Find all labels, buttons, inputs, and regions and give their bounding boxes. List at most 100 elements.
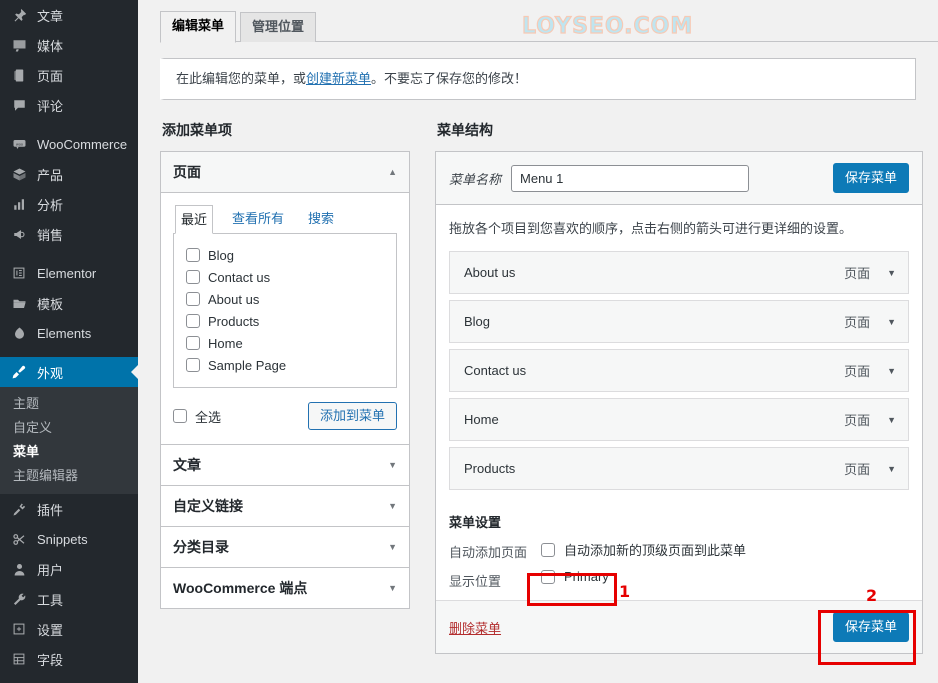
sidebar-item-fields[interactable]: 字段 <box>0 644 138 674</box>
delete-menu-link[interactable]: 删除菜单 <box>449 618 501 637</box>
submenu-item-label: 菜单 <box>13 444 40 459</box>
save-menu-button-bottom[interactable]: 保存菜单 <box>832 612 909 643</box>
sidebar-item-tools[interactable]: 工具 <box>0 584 138 614</box>
accordion-title: 页面 <box>173 164 201 181</box>
sidebar-item-label: 插件 <box>37 502 64 518</box>
menu-name-input[interactable] <box>511 164 750 192</box>
table-row[interactable]: Products 页面 ▼ <box>449 447 909 491</box>
list-item[interactable]: Blog <box>186 245 386 265</box>
accordion-title: WooCommerce 端点 <box>173 580 308 597</box>
menu-item-label: Home <box>464 412 499 428</box>
sidebar-group-content: 文章 媒体 页面 评论 <box>0 0 138 120</box>
sidebar-item-templates[interactable]: 模板 <box>0 288 138 318</box>
create-new-menu-link[interactable]: 创建新菜单 <box>306 71 371 86</box>
chevron-down-icon[interactable]: ▼ <box>887 464 896 474</box>
list-item[interactable]: Products <box>186 311 386 331</box>
page-checkbox[interactable] <box>186 248 200 263</box>
sidebar-item-woocommerce[interactable]: woo WooCommerce <box>0 129 138 159</box>
sidebar-item-label: 产品 <box>37 167 64 183</box>
save-menu-button-top[interactable]: 保存菜单 <box>832 163 909 194</box>
media-icon <box>9 35 29 55</box>
primary-location-label: Primary <box>564 569 609 585</box>
tab-manage-locations[interactable]: 管理位置 <box>240 12 317 42</box>
page-label: Home <box>208 335 243 351</box>
accordion-title: 分类目录 <box>173 539 229 556</box>
list-item[interactable]: Sample Page <box>186 355 386 375</box>
add-to-menu-button[interactable]: 添加到菜单 <box>307 402 397 431</box>
sidebar-item-products[interactable]: 产品 <box>0 159 138 189</box>
sidebar-item-snippets[interactable]: Snippets <box>0 524 138 554</box>
page-checkbox[interactable] <box>186 358 200 373</box>
sidebar-item-marketing[interactable]: 销售 <box>0 219 138 249</box>
accordion-header-woocommerce-endpoints[interactable]: WooCommerce 端点 ▼ <box>161 568 409 609</box>
sidebar-item-users[interactable]: 用户 <box>0 554 138 584</box>
submenu-item-label: 主题 <box>13 396 40 411</box>
menu-editor-columns: 添加菜单项 页面 ▲ 最近 查看所有 搜索 Blog Contact us Ab… <box>160 120 938 655</box>
pages-panel-footer: 全选 添加到菜单 <box>173 388 397 431</box>
menu-name-label: 菜单名称 <box>449 171 502 187</box>
display-location-row: 显示位置 Primary <box>449 569 909 590</box>
box-icon <box>9 164 29 184</box>
chevron-down-icon[interactable]: ▼ <box>887 415 896 425</box>
list-item[interactable]: Home <box>186 333 386 353</box>
sidebar-item-elementor[interactable]: Elementor <box>0 258 138 288</box>
drag-hint-text: 拖放各个项目到您喜欢的顺序，点击右侧的箭头可进行更详细的设置。 <box>449 221 853 237</box>
accordion-header-custom-links[interactable]: 自定义链接 ▼ <box>161 486 409 528</box>
chevron-down-icon: ▼ <box>388 541 397 552</box>
add-menu-items-heading: 添加菜单项 <box>162 122 232 139</box>
sidebar-item-elements[interactable]: Elements <box>0 318 138 348</box>
list-item[interactable]: About us <box>186 289 386 309</box>
page-checkbox[interactable] <box>186 270 200 285</box>
chevron-down-icon[interactable]: ▼ <box>887 317 896 327</box>
sidebar-divider <box>0 348 138 357</box>
select-all-row[interactable]: 全选 <box>173 406 221 426</box>
sidebar-item-comments[interactable]: 评论 <box>0 90 138 120</box>
accordion-header-posts[interactable]: 文章 ▼ <box>161 445 409 487</box>
list-item[interactable]: Contact us <box>186 267 386 287</box>
submenu-item-theme-editor[interactable]: 主题编辑器 <box>0 464 138 488</box>
submenu-item-customize[interactable]: 自定义 <box>0 416 138 440</box>
sidebar-item-pages[interactable]: 页面 <box>0 60 138 90</box>
sidebar-group-builder: Elementor 模板 Elements <box>0 258 138 348</box>
sidebar-item-posts[interactable]: 文章 <box>0 0 138 30</box>
page-checkbox[interactable] <box>186 336 200 351</box>
notice-text-after: 。不要忘了保存您的修改！ <box>371 71 528 86</box>
page-checkbox[interactable] <box>186 314 200 329</box>
select-all-checkbox[interactable] <box>173 409 187 424</box>
primary-location-checkbox[interactable] <box>541 569 555 584</box>
accordion-header-categories[interactable]: 分类目录 ▼ <box>161 527 409 569</box>
inner-tab-view-all[interactable]: 查看所有 <box>227 205 289 233</box>
folder-icon <box>9 293 29 313</box>
accordion-header-pages[interactable]: 页面 ▲ <box>161 152 409 194</box>
chevron-down-icon[interactable]: ▼ <box>887 366 896 376</box>
sidebar-item-label: 页面 <box>37 68 64 84</box>
inner-tab-recent[interactable]: 最近 <box>175 205 214 235</box>
chevron-down-icon[interactable]: ▼ <box>887 268 896 278</box>
sidebar-item-plugins[interactable]: 插件 <box>0 494 138 524</box>
table-row[interactable]: Home 页面 ▼ <box>449 398 909 442</box>
select-all-label: 全选 <box>195 409 222 425</box>
sidebar-item-label: 外观 <box>37 365 64 381</box>
auto-add-pages-field[interactable]: 自动添加新的顶级页面到此菜单 <box>541 540 746 559</box>
sidebar-item-media[interactable]: 媒体 <box>0 30 138 60</box>
display-location-field[interactable]: Primary <box>541 569 609 584</box>
submenu-item-menus[interactable]: 菜单 <box>0 440 138 464</box>
sidebar-item-appearance[interactable]: 外观 <box>0 357 138 387</box>
appearance-brush-icon <box>9 362 29 382</box>
annotation-number-2: 2 <box>866 586 878 605</box>
submenu-item-themes[interactable]: 主题 <box>0 392 138 416</box>
auto-add-pages-option-label: 自动添加新的顶级页面到此菜单 <box>564 543 747 559</box>
sidebar-item-analytics[interactable]: 分析 <box>0 189 138 219</box>
page-checkbox[interactable] <box>186 292 200 307</box>
chevron-down-icon: ▼ <box>388 500 397 511</box>
auto-add-pages-checkbox[interactable] <box>541 542 555 557</box>
table-row[interactable]: Blog 页面 ▼ <box>449 300 909 344</box>
table-row[interactable]: Contact us 页面 ▼ <box>449 349 909 393</box>
comment-icon <box>9 95 29 115</box>
tab-edit-menu[interactable]: 编辑菜单 <box>160 11 237 43</box>
inner-tab-search[interactable]: 搜索 <box>303 205 339 233</box>
notice-text-before: 在此编辑您的菜单，或 <box>176 71 307 86</box>
sidebar-item-settings[interactable]: 设置 <box>0 614 138 644</box>
menu-structure-panel: 菜单名称 保存菜单 拖放各个项目到您喜欢的顺序，点击右侧的箭头可进行更详细的设置… <box>435 151 923 655</box>
table-row[interactable]: About us 页面 ▼ <box>449 251 909 295</box>
